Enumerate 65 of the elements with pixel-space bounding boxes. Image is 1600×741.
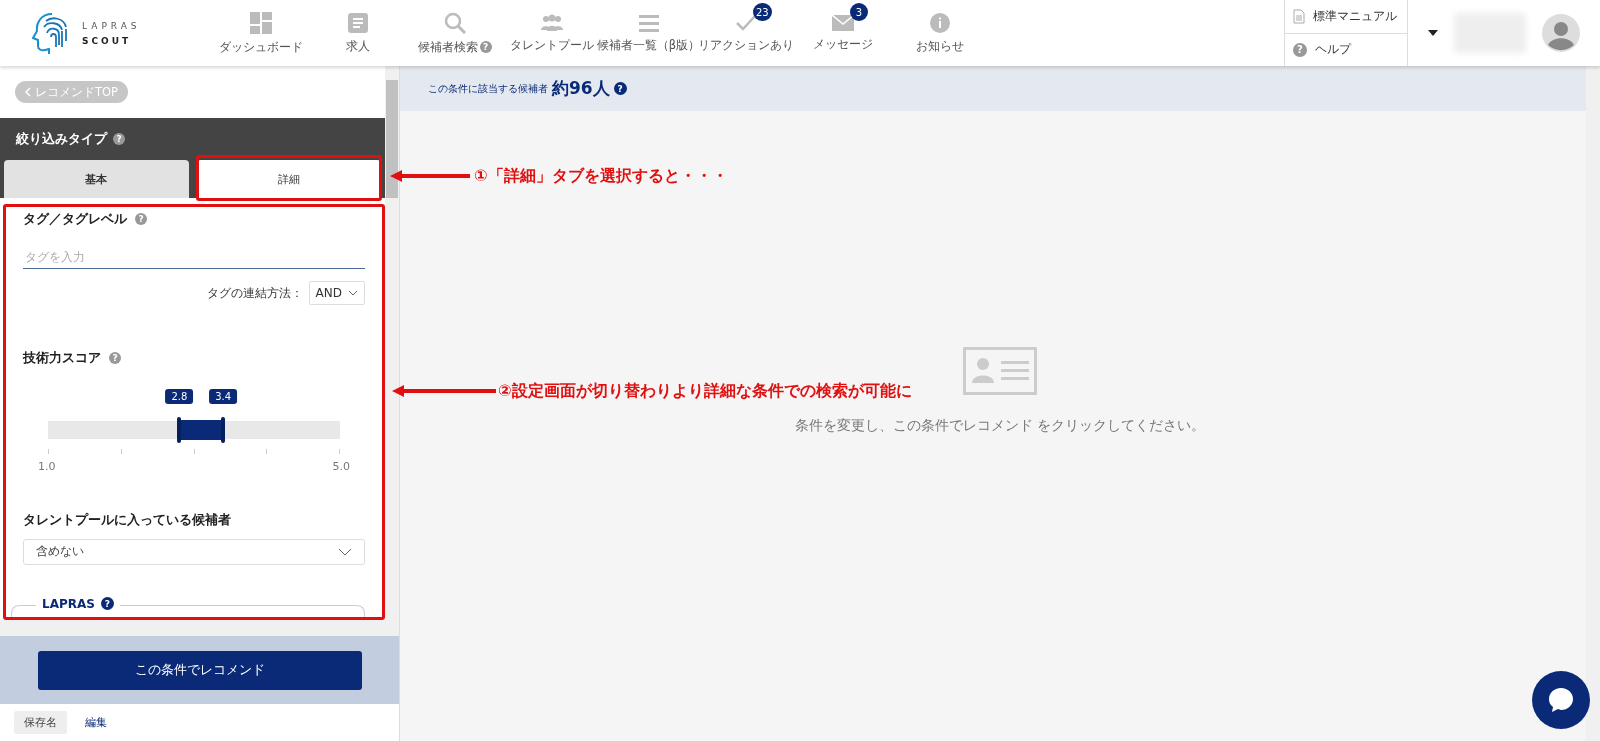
section-title: 技術力スコア [23,349,101,368]
header-link-label: ヘルプ [1315,42,1351,58]
filter-tab[interactable]: 基本 [4,160,189,198]
slider-max-label: 5.0 [332,460,350,474]
save-name-label: 保存名 [14,711,67,734]
annotation-text: ①「詳細」タブを選択すると・・・ [474,166,728,187]
join-method-select[interactable]: AND [308,281,365,306]
score-value-tooltip: 2.8 [165,389,194,405]
count-label: この条件に該当する候補者 [428,81,548,96]
vertical-scrollbar[interactable] [385,66,399,620]
score-value-tooltip: 3.4 [209,389,238,405]
slider-thumb[interactable] [177,417,182,444]
nav-item[interactable]: 求人 [309,0,406,66]
count-badge: 23 [753,3,772,21]
edit-link[interactable]: 編集 [85,715,107,730]
check-icon [734,13,757,32]
candidate-count: 約96人 [552,77,610,100]
help-icon: ? [479,41,492,53]
help-icon: ? [100,597,114,611]
help-icon: ? [113,133,125,145]
nav-item[interactable]: お知らせ [891,0,988,66]
help-icon: ? [135,213,147,225]
nav-item[interactable]: 23 リアクションあり [697,0,794,66]
section-title: タグ／タグレベル [23,210,127,228]
document-icon [347,12,368,33]
section-title: タレントプールに入っている候補者 [23,511,232,530]
chat-button[interactable] [1532,671,1590,729]
avatar-icon[interactable] [1542,14,1580,52]
section-title: 絞り込みタイプ [16,130,107,148]
count-badge: 3 [850,3,868,21]
help-icon: ? [109,352,121,365]
slider-min-label: 1.0 [38,460,56,474]
chat-bubble-icon [1547,686,1575,714]
help-icon: ? [613,82,627,95]
people-icon [539,13,564,32]
info-icon [929,12,950,33]
score-range-fill [179,420,224,441]
empty-state-message: 条件を変更し、この条件でレコメンド をクリックしてください。 [794,417,1206,435]
vertical-scrollbar[interactable] [1586,66,1600,741]
envelope-icon [831,14,854,31]
help-icon: ? [1293,42,1307,57]
fieldset-legend: LAPRAS [42,596,95,611]
talent-pool-select[interactable]: 含めない [23,539,365,565]
dashboard-icon [249,11,272,34]
document-icon [1293,8,1305,24]
logo-subtitle: SCOUT [82,35,133,46]
logo-text: LAPRAS [82,20,141,31]
caret-icon[interactable] [1428,30,1438,36]
chevron-down-icon [338,547,352,556]
join-method-label: タグの連結方法： [206,284,303,302]
header-link-label: 標準マニュアル [1313,8,1397,24]
nav-item[interactable]: 3 メッセージ [794,0,891,66]
nav-item[interactable]: 候補者検索 ? [406,0,503,66]
header-link[interactable]: 標準マニュアル [1285,0,1407,33]
search-icon [443,11,466,34]
id-card-icon [963,347,1037,395]
chevron-left-icon [25,87,31,97]
recommend-button[interactable]: この条件でレコメンド [37,650,362,690]
list-icon [638,13,659,32]
nav-item[interactable]: ダッシュボード [212,0,309,66]
filter-tab[interactable]: 詳細 [196,160,381,198]
annotation-text: ②設定画面が切り替わりより詳細な条件での検索が可能に [498,381,912,402]
horizontal-scrollbar[interactable] [0,620,399,636]
chevron-down-icon [348,290,358,297]
slider-thumb[interactable] [221,417,226,444]
